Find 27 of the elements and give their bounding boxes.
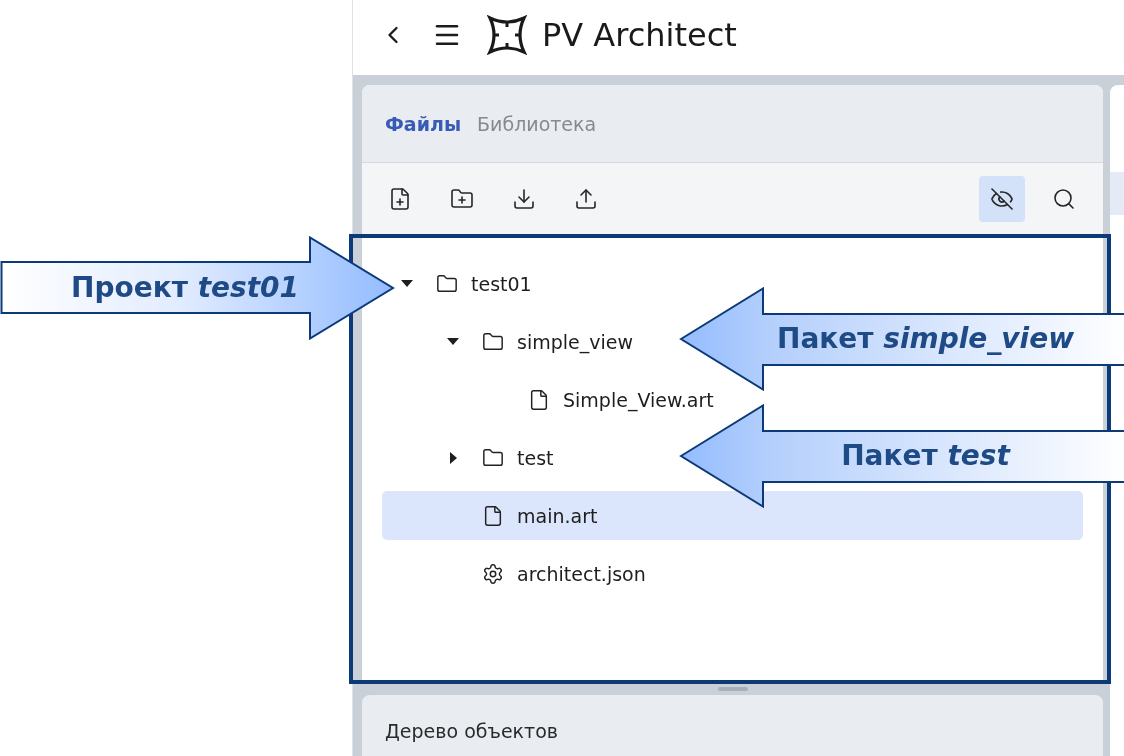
- callout-label: Пакет simple_view: [776, 322, 1075, 356]
- tree-item[interactable]: test: [446, 433, 558, 482]
- file-plus-icon: [388, 186, 412, 211]
- tree-item[interactable]: simple_view: [446, 317, 637, 366]
- tree-item[interactable]: main.art: [382, 491, 1083, 540]
- upload-icon: [574, 186, 598, 211]
- panel-title: Дерево объектов: [385, 720, 558, 742]
- panel-tab[interactable]: Файлы: [385, 111, 462, 136]
- download-icon: [512, 186, 536, 211]
- eye-off-icon: [990, 186, 1014, 211]
- resize-handle[interactable]: [717, 687, 748, 691]
- callout-label: Пакет test: [841, 439, 1010, 473]
- file-icon: [482, 503, 504, 528]
- tree-item[interactable]: Simple_View.art: [492, 375, 718, 424]
- tree-item[interactable]: test01: [400, 259, 536, 308]
- caret-down-icon[interactable]: [401, 280, 413, 287]
- logo-icon: [487, 14, 527, 55]
- tree-item[interactable]: architect.json: [446, 549, 650, 598]
- visibility-toggle-button[interactable]: [979, 175, 1025, 222]
- folder-plus-icon: [450, 186, 474, 211]
- caret-down-icon[interactable]: [447, 338, 459, 345]
- app-title: PV Architect: [542, 14, 737, 55]
- callout-label: Проект test01: [70, 271, 300, 305]
- file-icon: [528, 387, 550, 412]
- gear-icon: [482, 561, 504, 586]
- search-icon: [1052, 186, 1076, 211]
- caret-right-icon[interactable]: [449, 451, 457, 464]
